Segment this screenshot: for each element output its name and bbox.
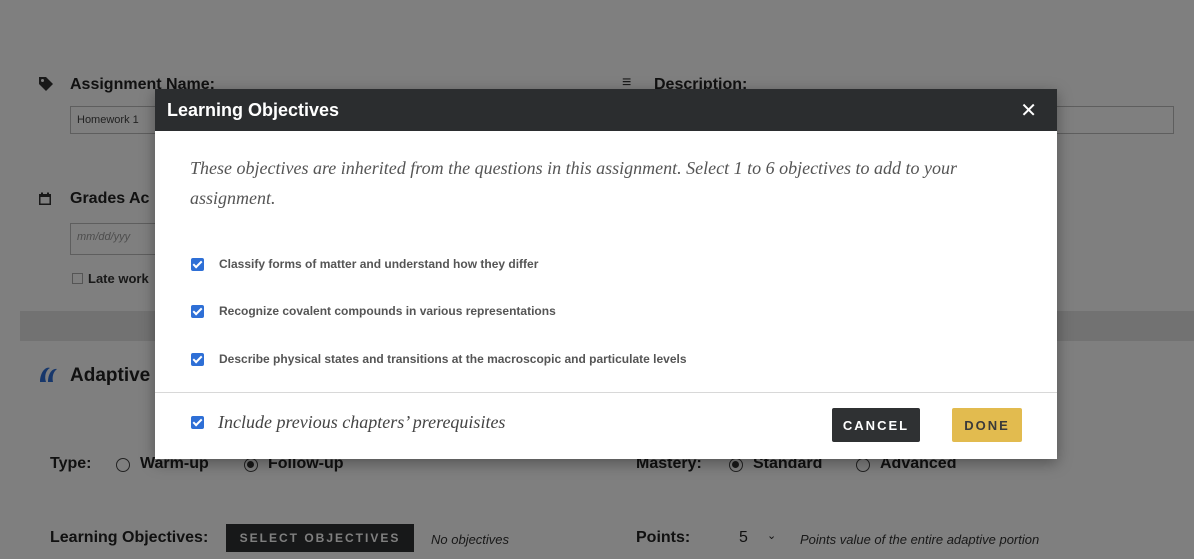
learning-objectives-modal: Learning Objectives ✕ These objectives a… (155, 89, 1057, 459)
prerequisites-checkbox[interactable] (191, 416, 204, 429)
objective-label: Recognize covalent compounds in various … (219, 304, 556, 318)
objective-label: Describe physical states and transitions… (219, 352, 687, 366)
done-button[interactable]: DONE (952, 408, 1022, 442)
objective-checkbox[interactable] (191, 305, 204, 318)
modal-intro-text: These objectives are inherited from the … (190, 158, 958, 208)
cancel-button[interactable]: CANCEL (832, 408, 920, 442)
objective-checkbox[interactable] (191, 353, 204, 366)
objective-label: Classify forms of matter and understand … (219, 257, 539, 271)
prerequisites-label: Include previous chapters’ prerequisites (218, 412, 506, 432)
objective-checkbox[interactable] (191, 258, 204, 271)
modal-footer-divider (155, 392, 1057, 393)
modal-title: Learning Objectives (167, 100, 340, 120)
modal-header: Learning Objectives ✕ (155, 89, 1057, 131)
close-icon[interactable]: ✕ (1020, 98, 1037, 123)
